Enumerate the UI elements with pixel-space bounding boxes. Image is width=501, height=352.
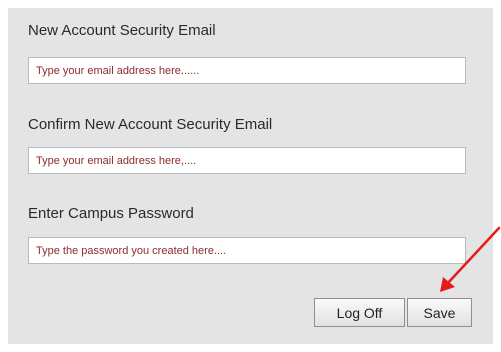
new-email-label: New Account Security Email (28, 22, 216, 39)
new-email-input[interactable] (28, 57, 466, 84)
save-button[interactable]: Save (407, 298, 472, 327)
confirm-email-label: Confirm New Account Security Email (28, 116, 273, 133)
campus-password-input[interactable] (28, 237, 466, 264)
campus-password-label: Enter Campus Password (28, 205, 194, 222)
log-off-button[interactable]: Log Off (314, 298, 405, 327)
confirm-email-input[interactable] (28, 147, 466, 174)
